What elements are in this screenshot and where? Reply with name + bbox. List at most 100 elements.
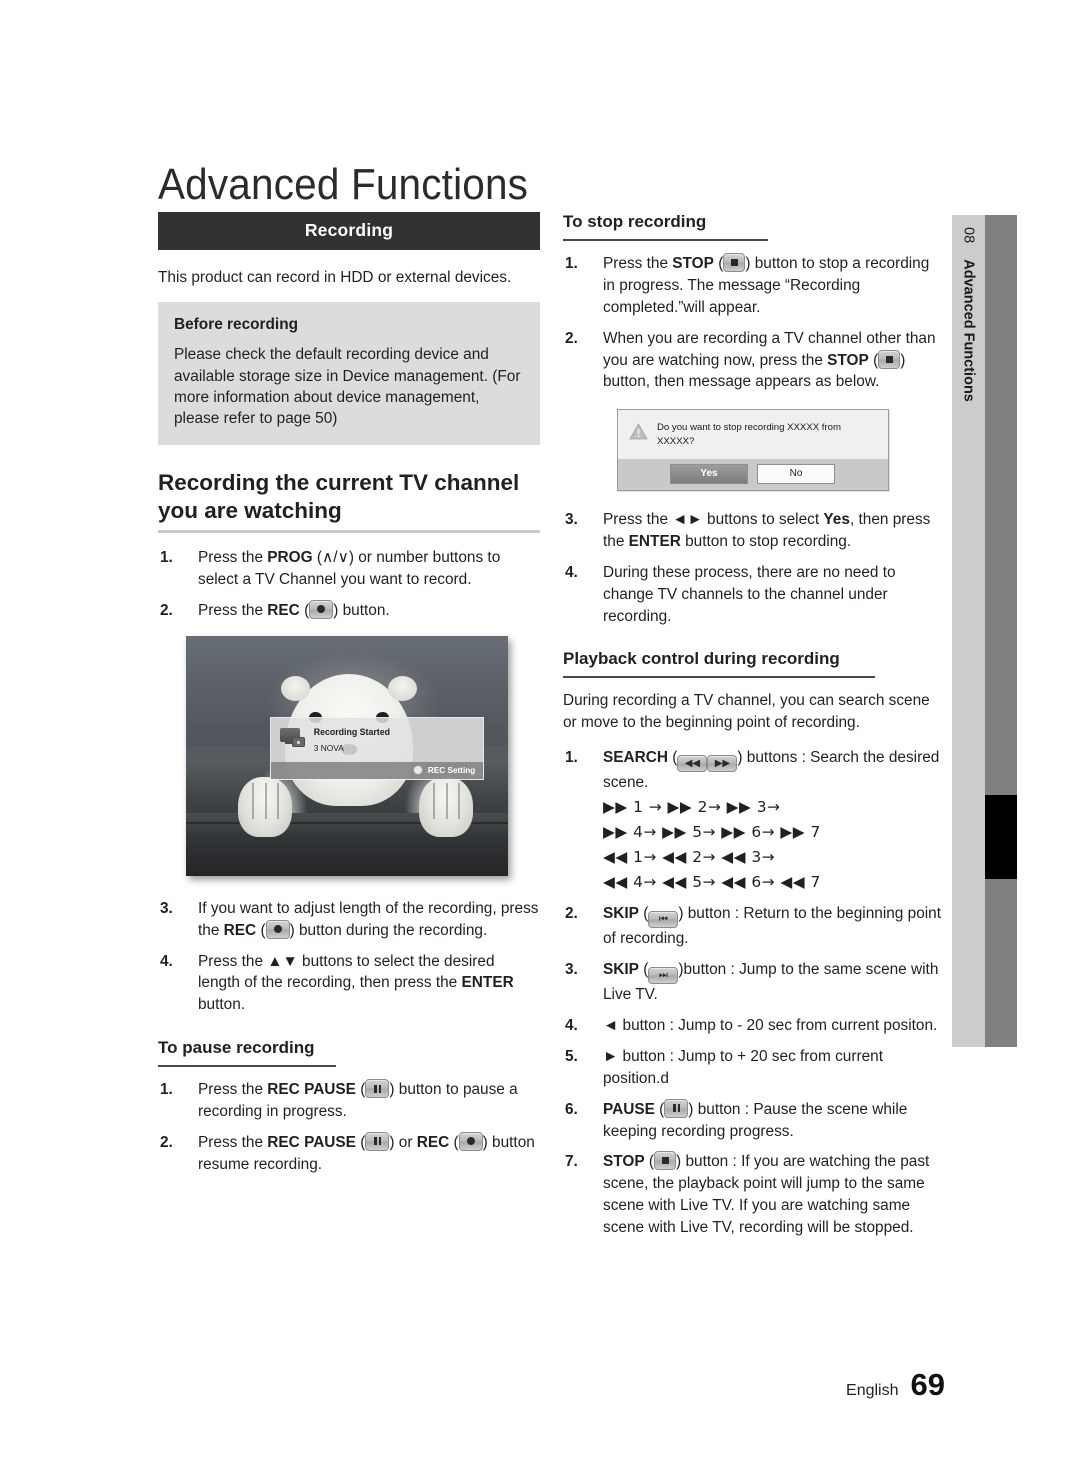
list-item: 3. Press the ◄► buttons to select Yes, t…: [563, 509, 945, 553]
osd-text: Recording Started 3 NOVA: [314, 727, 390, 753]
step-text: When you are recording a TV channel othe…: [603, 329, 936, 391]
step-text: Press the ◄► buttons to select Yes, then…: [603, 511, 931, 550]
bear-ear-right: [388, 676, 417, 702]
heading-pause-wrap: To pause recording: [158, 1038, 540, 1068]
step-text: Press the ▲▼ buttons to select the desir…: [198, 952, 514, 1014]
step-number: 6.: [565, 1100, 578, 1118]
list-item: 1. Press the REC PAUSE () button to paus…: [158, 1079, 540, 1123]
step-number: 2.: [565, 329, 578, 347]
step-text: Press the REC PAUSE () or REC () button …: [198, 1131, 535, 1173]
step-number: 3.: [565, 961, 578, 979]
dialog-yes-button[interactable]: Yes: [670, 464, 748, 485]
step-number: 4.: [565, 563, 578, 581]
list-item: 3. If you want to adjust length of the r…: [158, 898, 540, 942]
search-rewind-button-icon: ◀◀: [677, 754, 708, 772]
step-number: 1.: [160, 549, 173, 567]
search-sequence-line: ◀◀ 1→ ◀◀ 2→ ◀◀ 3→: [603, 848, 776, 867]
dialog-no-button[interactable]: No: [757, 464, 835, 485]
page-footer: English 69: [846, 1367, 945, 1403]
step-text: ► button : Jump to + 20 sec from current…: [603, 1047, 883, 1087]
heading-to-pause-recording: To pause recording: [158, 1038, 315, 1058]
step-text: PAUSE () button : Pause the scene while …: [603, 1098, 908, 1140]
heading-rule: [563, 239, 768, 241]
osd-title: Recording Started: [313, 727, 390, 738]
rec-pause-button-icon: [365, 1131, 390, 1151]
step-number: 5.: [565, 1047, 578, 1065]
note-body: Please check the default recording devic…: [174, 346, 521, 427]
step-text: If you want to adjust length of the reco…: [198, 899, 539, 939]
step-number: 2.: [565, 905, 578, 923]
steps-record-current: 1. Press the PROG (∧/∨) or number button…: [158, 547, 540, 622]
step-number: 2.: [160, 601, 173, 619]
heading-rule: [563, 676, 875, 679]
note-title: Before recording: [174, 316, 299, 334]
rec-button-icon: [458, 1131, 483, 1151]
dialog-buttons: Yes No: [618, 459, 888, 491]
bear-ear-left: [281, 676, 310, 702]
steps-pause-recording: 1. Press the REC PAUSE () button to paus…: [158, 1079, 540, 1176]
stop-button-icon: [654, 1151, 677, 1171]
step-number: 1.: [160, 1081, 173, 1099]
list-item: 2. SKIP (⏮) button : Return to the begin…: [563, 903, 945, 950]
dialog-body: Do you want to stop recording XXXXX from…: [618, 410, 888, 459]
osd-main: Recording Started 3 NOVA: [271, 718, 484, 762]
heading-playback-wrap: Playback control during recording: [563, 649, 945, 679]
search-sequence-line: ▶▶ 1 → ▶▶ 2→ ▶▶ 3→: [603, 797, 781, 816]
red-button-icon: [412, 765, 423, 776]
list-item: 3. SKIP (⏭)button : Jump to the same sce…: [563, 959, 945, 1006]
heading-playback-control: Playback control during recording: [563, 649, 840, 669]
osd-overlay: Recording Started 3 NOVA REC Setting: [269, 717, 485, 781]
heading-stop-wrap: To stop recording: [563, 212, 945, 241]
step-text: SKIP (⏭)button : Jump to the same scene …: [603, 961, 939, 1004]
intro-text: This product can record in HDD or extern…: [158, 269, 512, 286]
rec-button-icon: [309, 599, 334, 619]
page-title: Advanced Functions: [158, 160, 529, 210]
right-column: To stop recording 1. Press the STOP () b…: [563, 212, 945, 1248]
rec-pause-button-icon: [365, 1079, 390, 1099]
footer-language: English: [846, 1382, 899, 1399]
heading-to-stop-recording: To stop recording: [563, 212, 707, 231]
steps-playback-control: 1. SEARCH (◀◀ ▶▶) buttons : Search the de…: [563, 747, 945, 1239]
footer-page-number: 69: [910, 1367, 945, 1402]
heading-rule: [158, 530, 540, 534]
skip-back-button-icon: ⏮: [648, 911, 679, 929]
list-item: 1. SEARCH (◀◀ ▶▶) buttons : Search the de…: [563, 747, 945, 894]
list-item: 1. Press the STOP () button to stop a re…: [563, 253, 945, 319]
step-text: Press the REC PAUSE () button to pause a…: [198, 1079, 518, 1120]
bear-paw-right: [418, 777, 473, 838]
osd-channel: 3 NOVA: [313, 743, 344, 754]
step-number: 4.: [160, 952, 173, 970]
osd-rec-setting-bar[interactable]: REC Setting: [270, 762, 484, 780]
step-text: SEARCH (◀◀ ▶▶) buttons : Search the desir…: [603, 748, 940, 791]
osd-rec-setting-label: REC Setting: [427, 765, 476, 775]
step-number: 3.: [565, 511, 578, 529]
stop-button-icon: [878, 349, 901, 369]
steps-stop-recording-part1: 1. Press the STOP () button to stop a re…: [563, 253, 945, 393]
left-column: Recording This product can record in HDD…: [158, 212, 540, 1185]
list-item: 4. During these process, there are no ne…: [563, 562, 945, 628]
step-text: Press the STOP () button to stop a recor…: [603, 253, 930, 316]
search-sequence-line: ▶▶ 4→ ▶▶ 5→ ▶▶ 6→ ▶▶ 7: [603, 822, 821, 841]
search-forward-button-icon: ▶▶: [707, 754, 738, 772]
list-item: 5. ► button : Jump to + 20 sec from curr…: [563, 1046, 945, 1090]
step-number: 2.: [160, 1133, 173, 1151]
step-number: 7.: [565, 1153, 578, 1171]
side-tab-light-band: [952, 215, 985, 1047]
section-bar-recording: Recording: [158, 212, 540, 250]
list-item: 7. STOP () button : If you are watching …: [563, 1151, 945, 1239]
before-recording-note: Before recording Please check the defaul…: [158, 302, 540, 446]
step-text: Press the PROG (∧/∨) or number buttons t…: [198, 549, 501, 588]
rec-button-icon: [265, 919, 290, 939]
warning-icon: [629, 423, 648, 440]
bear-paw-left: [237, 777, 292, 838]
step-text: SKIP (⏮) button : Return to the beginnin…: [603, 905, 942, 948]
list-item: 4. ◄ button : Jump to - 20 sec from curr…: [563, 1015, 945, 1037]
manual-page: Advanced Functions Recording This produc…: [0, 0, 1080, 1477]
step-text: ◄ button : Jump to - 20 sec from current…: [603, 1017, 938, 1034]
list-item: 2. Press the REC PAUSE () or REC () butt…: [158, 1131, 540, 1176]
list-item: 6. PAUSE () button : Pause the scene whi…: [563, 1098, 945, 1143]
step-number: 1.: [565, 255, 578, 272]
recording-device-icon: [279, 728, 305, 748]
stop-button-icon: [723, 253, 746, 272]
step-number: 3.: [160, 899, 173, 917]
